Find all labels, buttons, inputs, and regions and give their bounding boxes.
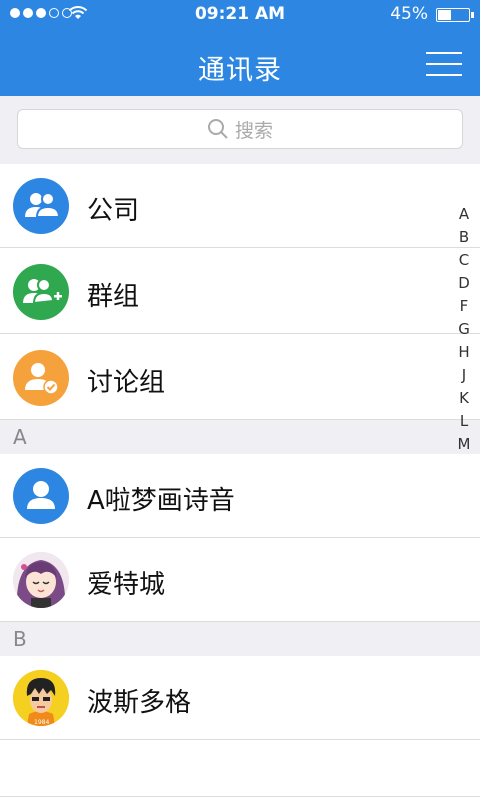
- contact-name: 波斯多格: [87, 688, 192, 718]
- search-area: 搜索: [0, 96, 480, 164]
- entry-discussion[interactable]: 讨论组: [0, 336, 480, 420]
- nav-bar: 通讯录: [0, 30, 480, 96]
- default-person-avatar: [13, 468, 69, 524]
- discussion-icon: [13, 350, 69, 406]
- contact-name: 爱特城: [87, 570, 166, 600]
- index-letter-d[interactable]: D: [458, 272, 470, 295]
- search-placeholder: 搜索: [234, 119, 273, 142]
- index-letter-f[interactable]: F: [460, 295, 469, 318]
- entry-label: 群组: [87, 282, 140, 312]
- index-letter-a[interactable]: A: [459, 203, 469, 226]
- anime-girl-avatar: [13, 552, 69, 608]
- status-bar: 09:21 AM 45%: [0, 0, 480, 30]
- group-add-icon: [13, 264, 69, 320]
- battery-icon: [436, 8, 474, 22]
- menu-button[interactable]: [426, 50, 462, 78]
- contact-row[interactable]: A啦梦画诗音: [0, 454, 480, 538]
- index-letter-l[interactable]: L: [460, 410, 468, 433]
- alphabet-index[interactable]: ABCDFGHJKLM: [456, 203, 472, 456]
- cartoon-boy-avatar: 1984: [13, 670, 69, 726]
- battery-percent: 45%: [390, 4, 428, 24]
- index-letter-g[interactable]: G: [458, 318, 470, 341]
- entry-label: 公司: [87, 196, 140, 226]
- company-icon: [13, 178, 69, 234]
- index-letter-j[interactable]: J: [462, 364, 466, 387]
- index-letter-h[interactable]: H: [458, 341, 469, 364]
- entry-group[interactable]: 群组: [0, 250, 480, 334]
- search-icon: [207, 119, 228, 139]
- contact-row[interactable]: 1984 波斯多格: [0, 656, 480, 740]
- contact-name: A啦梦画诗音: [87, 486, 235, 516]
- index-letter-c[interactable]: C: [459, 249, 469, 272]
- contact-row[interactable]: 爱特城: [0, 538, 480, 622]
- page-title: 通讯录: [198, 55, 282, 86]
- entry-label: 讨论组: [87, 368, 166, 398]
- svg-text:1984: 1984: [34, 719, 49, 726]
- divider: [0, 796, 480, 797]
- index-letter-k[interactable]: K: [459, 387, 469, 410]
- entry-company[interactable]: 公司: [0, 164, 480, 248]
- section-header-a: A: [0, 420, 480, 454]
- section-header-b: B: [0, 622, 480, 656]
- index-letter-b[interactable]: B: [459, 226, 469, 249]
- search-input[interactable]: 搜索: [17, 109, 463, 149]
- index-letter-m[interactable]: M: [458, 433, 471, 456]
